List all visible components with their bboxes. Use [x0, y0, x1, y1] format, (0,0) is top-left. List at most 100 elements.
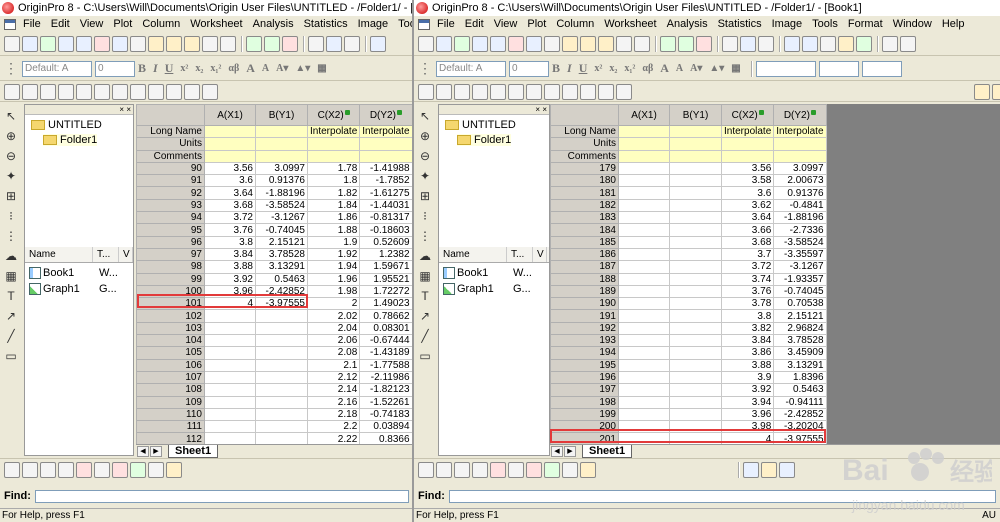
- data-cell[interactable]: -3.20204: [773, 420, 827, 434]
- data-cell[interactable]: 1.49023: [359, 297, 413, 311]
- import-wizard-icon[interactable]: [696, 35, 712, 52]
- data-cell[interactable]: 0.8366: [359, 432, 413, 444]
- open-excel-icon[interactable]: [598, 35, 614, 52]
- row-header[interactable]: 108: [136, 383, 205, 397]
- ungroup-icon[interactable]: [202, 83, 218, 100]
- data-cell[interactable]: 1.95521: [359, 272, 413, 286]
- stat-plot-icon[interactable]: [526, 461, 542, 478]
- data-cell[interactable]: [669, 272, 722, 286]
- meta-cell[interactable]: [204, 124, 256, 139]
- meta-cell[interactable]: [204, 149, 256, 163]
- data-cell[interactable]: 3.98: [720, 420, 775, 434]
- menu-window[interactable]: Window: [888, 18, 937, 30]
- data-cell[interactable]: 1.78: [306, 161, 361, 176]
- data-cell[interactable]: [255, 395, 308, 409]
- data-cell[interactable]: [669, 211, 722, 225]
- region-select-icon[interactable]: ⋮: [3, 228, 19, 244]
- line-width-select[interactable]: [818, 60, 859, 77]
- data-cell[interactable]: 3.86: [720, 346, 775, 360]
- draw-data-icon[interactable]: ☁: [3, 248, 19, 264]
- border-icon[interactable]: ▦: [731, 63, 740, 74]
- fill-color-icon[interactable]: ▲▾: [709, 63, 724, 74]
- screen-reader-icon[interactable]: ✦: [3, 168, 19, 184]
- data-cell[interactable]: [669, 186, 722, 200]
- backward-icon[interactable]: [580, 83, 596, 100]
- data-cell[interactable]: -1.43189: [359, 346, 413, 360]
- data-cell[interactable]: 3.76: [720, 284, 775, 299]
- row-header[interactable]: 183: [550, 211, 619, 225]
- align-bottom-icon[interactable]: [472, 83, 488, 100]
- meta-cell[interactable]: [669, 124, 722, 139]
- data-cell[interactable]: [669, 309, 722, 323]
- pointer-icon[interactable]: ↖: [417, 108, 433, 124]
- line-symbol-plot-icon[interactable]: [40, 461, 56, 478]
- data-cell[interactable]: 3.13291: [255, 260, 308, 274]
- data-cell[interactable]: -0.81317: [359, 211, 413, 225]
- tree-root[interactable]: UNTITLED: [445, 119, 516, 131]
- xyz-plot-icon[interactable]: [94, 461, 110, 478]
- data-cell[interactable]: [618, 174, 670, 188]
- meta-cell[interactable]: [204, 137, 256, 151]
- row-header[interactable]: 110: [136, 407, 205, 422]
- data-cell[interactable]: 2.12: [306, 370, 361, 385]
- data-cell[interactable]: [618, 407, 670, 422]
- data-cell[interactable]: -2.11986: [359, 370, 413, 385]
- polar-plot-icon[interactable]: [148, 461, 164, 478]
- data-cell[interactable]: [669, 346, 722, 360]
- print-icon[interactable]: [722, 35, 738, 52]
- zoom-in-icon[interactable]: ⊕: [417, 128, 433, 144]
- row-header[interactable]: 189: [550, 284, 619, 299]
- save-project-icon[interactable]: [616, 35, 632, 52]
- font-name-select[interactable]: Default: A: [22, 60, 92, 77]
- line-tool-icon[interactable]: ╱: [3, 328, 19, 344]
- data-cell[interactable]: 3.68: [204, 198, 256, 213]
- align-vertical-icon[interactable]: [76, 83, 92, 100]
- data-cell[interactable]: 3.84: [720, 334, 775, 348]
- data-cell[interactable]: 3.78: [720, 297, 775, 311]
- scatter-plot-icon[interactable]: [22, 461, 38, 478]
- data-cell[interactable]: [618, 321, 670, 336]
- data-cell[interactable]: 1.82: [306, 186, 361, 200]
- meta-cell[interactable]: [669, 149, 722, 163]
- group-icon[interactable]: [184, 83, 200, 100]
- data-cell[interactable]: 2.06: [306, 334, 361, 348]
- front-icon[interactable]: [112, 83, 128, 100]
- meta-cell[interactable]: Interpolate: [773, 124, 827, 139]
- zoom-out-icon[interactable]: ⊖: [3, 148, 19, 164]
- data-cell[interactable]: 0.70538: [773, 297, 827, 311]
- row-header[interactable]: 182: [550, 198, 619, 213]
- row-header[interactable]: 187: [550, 260, 619, 274]
- data-cell[interactable]: [618, 297, 670, 311]
- data-cell[interactable]: 2.2: [306, 420, 361, 434]
- data-cell[interactable]: [669, 284, 722, 299]
- data-cell[interactable]: -3.58524: [773, 235, 827, 249]
- tab-next-icon[interactable]: ▶: [150, 446, 162, 457]
- pointer-icon[interactable]: ↖: [3, 108, 19, 124]
- new-excel-icon[interactable]: [40, 35, 56, 52]
- meta-cell[interactable]: [669, 137, 722, 151]
- dot-plot-icon[interactable]: [58, 461, 74, 478]
- menu-analysis[interactable]: Analysis: [248, 18, 299, 30]
- data-cell[interactable]: 0.52609: [359, 235, 413, 249]
- fill-color-icon[interactable]: ▲▾: [295, 63, 310, 74]
- data-cell[interactable]: 1.94: [306, 260, 361, 274]
- data-cell[interactable]: 3.94: [720, 395, 775, 409]
- menu-worksheet[interactable]: Worksheet: [599, 18, 661, 30]
- data-cell[interactable]: [669, 174, 722, 188]
- data-cell[interactable]: -0.67444: [359, 334, 413, 348]
- menu-image[interactable]: Image: [353, 18, 394, 30]
- new-graph-icon[interactable]: [58, 35, 74, 52]
- data-cell[interactable]: 2.14: [306, 383, 361, 397]
- template-icon[interactable]: [580, 461, 596, 478]
- draw-data-icon[interactable]: ☁: [417, 248, 433, 264]
- data-cell[interactable]: [618, 346, 670, 360]
- decrease-font-icon[interactable]: A: [262, 63, 269, 74]
- data-cell[interactable]: 1.59671: [359, 260, 413, 274]
- xyz-plot-icon[interactable]: [508, 461, 524, 478]
- column-header[interactable]: B(Y1): [255, 104, 308, 126]
- data-cell[interactable]: 3.45909: [773, 346, 827, 360]
- data-cell[interactable]: -1.7852: [359, 174, 413, 188]
- meta-cell[interactable]: [773, 149, 827, 163]
- data-cell[interactable]: 1.86: [306, 211, 361, 225]
- stat-plot-icon[interactable]: [112, 461, 128, 478]
